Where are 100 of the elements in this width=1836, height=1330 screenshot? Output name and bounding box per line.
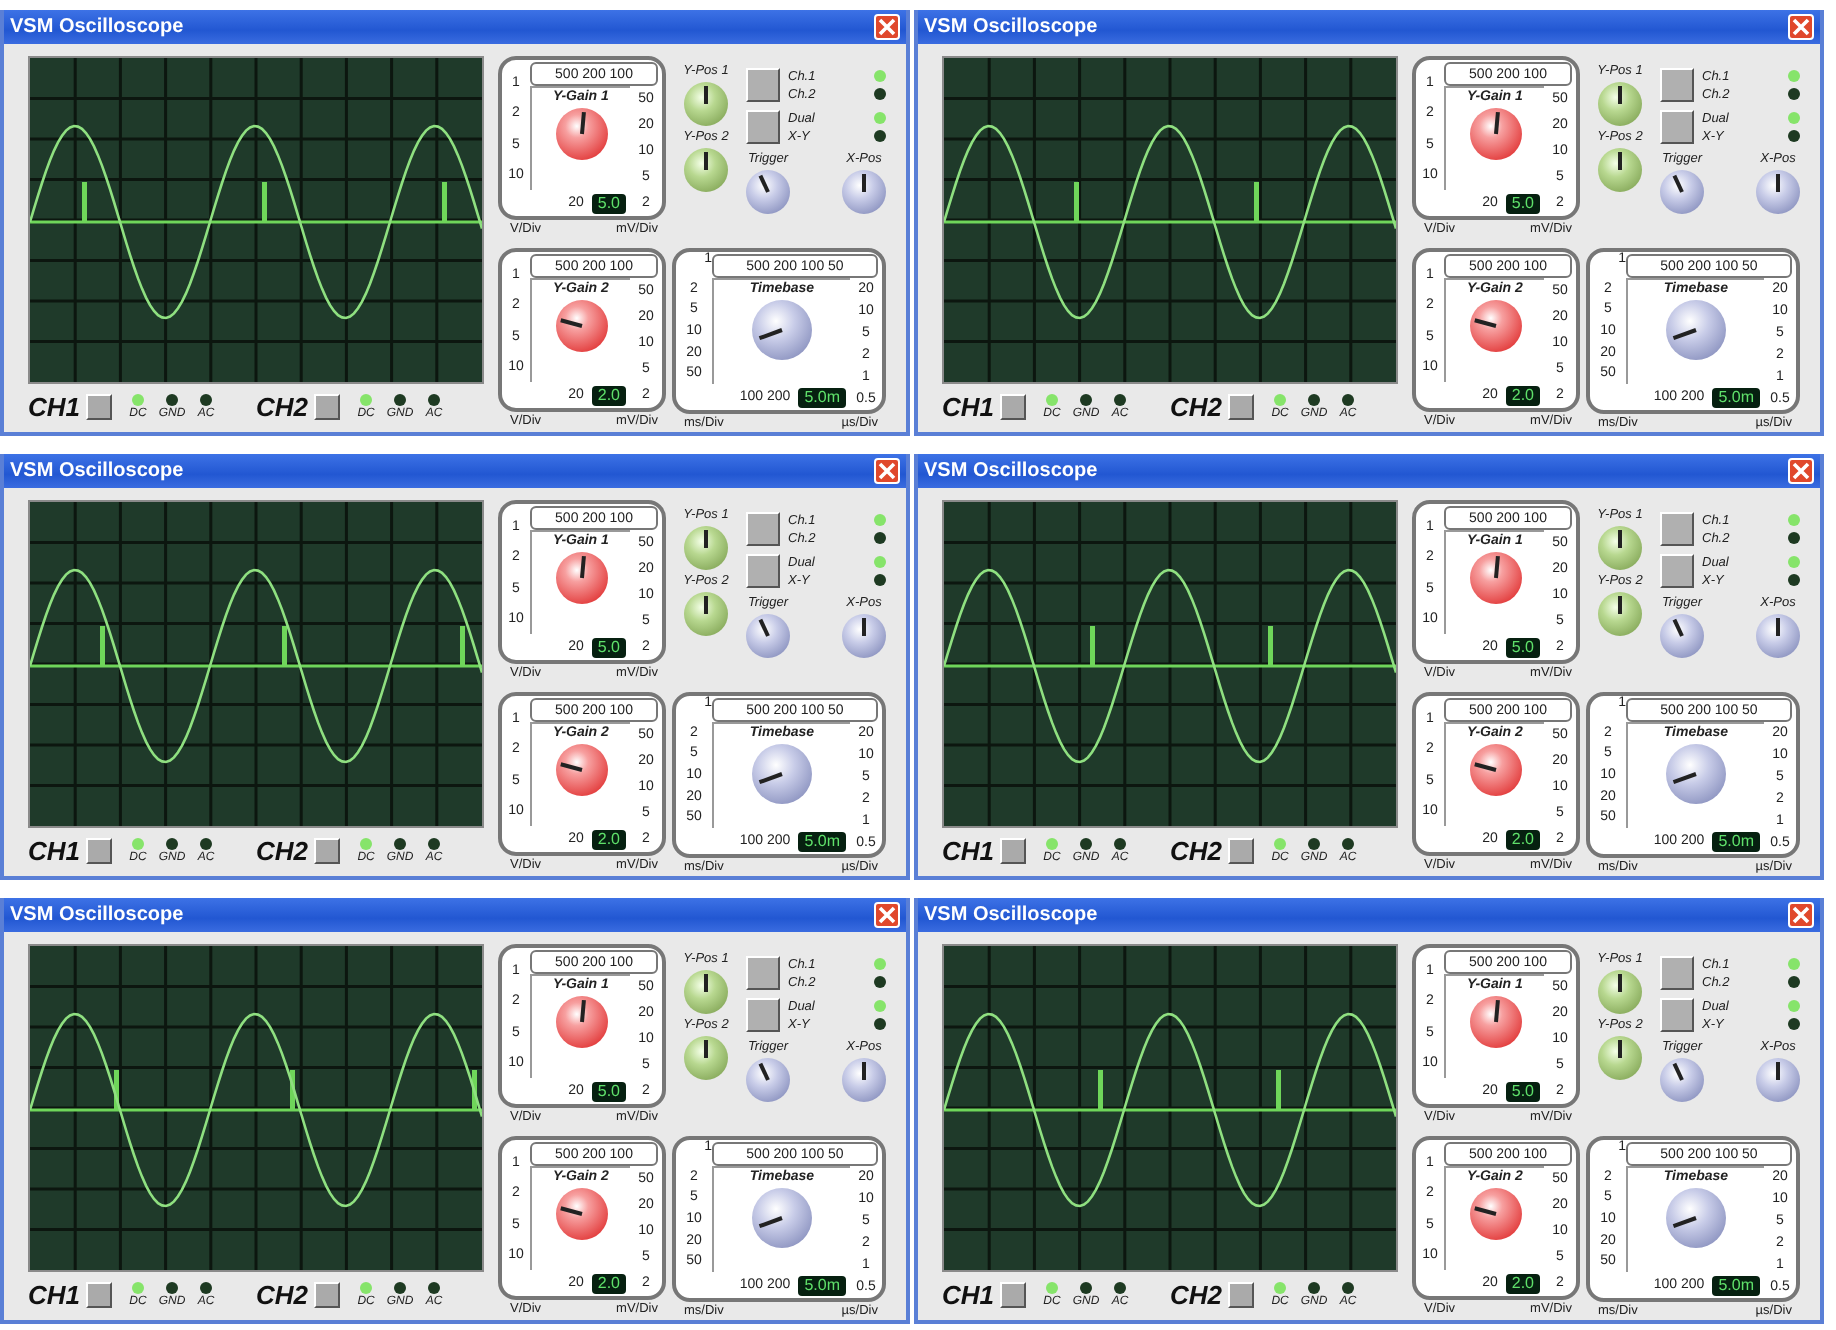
knob[interactable] xyxy=(1666,744,1726,804)
readout: 5.0m xyxy=(1712,1275,1760,1295)
readout: 5.0m xyxy=(798,1275,846,1295)
toggle-button[interactable] xyxy=(746,554,780,588)
knob[interactable] xyxy=(555,744,607,796)
toggle-button[interactable] xyxy=(86,394,113,420)
knob[interactable] xyxy=(1756,170,1800,214)
toggle-button[interactable] xyxy=(314,394,341,420)
knob[interactable] xyxy=(752,1188,812,1248)
knob[interactable] xyxy=(1598,148,1642,192)
close-icon xyxy=(878,18,896,36)
knob[interactable] xyxy=(684,1036,728,1080)
toggle-button[interactable] xyxy=(1228,838,1255,864)
readout: 2.0 xyxy=(591,829,626,849)
toggle-button[interactable] xyxy=(86,1282,113,1308)
knob[interactable] xyxy=(555,996,607,1048)
readout: 5.0 xyxy=(1505,193,1540,213)
toggle-button[interactable] xyxy=(746,512,780,546)
toggle-button[interactable] xyxy=(1660,998,1694,1032)
toggle-button[interactable] xyxy=(1660,110,1694,144)
knob[interactable] xyxy=(684,970,728,1014)
pulse-trace xyxy=(282,626,287,666)
close-button[interactable] xyxy=(1788,14,1814,40)
knob[interactable] xyxy=(684,592,728,636)
readout: 2.0 xyxy=(1505,385,1540,405)
knob[interactable] xyxy=(1469,744,1521,796)
knob[interactable] xyxy=(746,1058,790,1102)
knob[interactable] xyxy=(1469,108,1521,160)
toggle-button[interactable] xyxy=(1660,68,1694,102)
window-title: VSM Oscilloscope xyxy=(10,16,184,38)
readout: 5.0m xyxy=(1712,387,1760,407)
toggle-button[interactable] xyxy=(86,838,113,864)
knob[interactable] xyxy=(1469,1188,1521,1240)
channel-label: CH1 xyxy=(28,836,81,866)
pulse-trace xyxy=(442,182,447,222)
channel-label: CH2 xyxy=(1170,1280,1223,1310)
knob[interactable] xyxy=(684,82,728,126)
knob[interactable] xyxy=(1660,614,1704,658)
readout: 2.0 xyxy=(1505,829,1540,849)
close-button[interactable] xyxy=(874,14,900,40)
toggle-button[interactable] xyxy=(314,1282,341,1308)
knob[interactable] xyxy=(746,614,790,658)
close-button[interactable] xyxy=(1788,902,1814,928)
toggle-button[interactable] xyxy=(1228,1282,1255,1308)
channel-label: CH1 xyxy=(942,836,995,866)
knob[interactable] xyxy=(842,1058,886,1102)
knob[interactable] xyxy=(1469,552,1521,604)
knob[interactable] xyxy=(1598,970,1642,1014)
knob[interactable] xyxy=(1598,526,1642,570)
channel-label: CH2 xyxy=(1170,392,1223,422)
toggle-button[interactable] xyxy=(1660,512,1694,546)
close-icon xyxy=(1792,906,1810,924)
close-button[interactable] xyxy=(874,902,900,928)
toggle-button[interactable] xyxy=(1228,394,1255,420)
knob[interactable] xyxy=(1660,170,1704,214)
knob[interactable] xyxy=(1660,1058,1704,1102)
toggle-button[interactable] xyxy=(314,838,341,864)
knob[interactable] xyxy=(842,614,886,658)
pulse-trace xyxy=(290,1070,295,1110)
window-title: VSM Oscilloscope xyxy=(924,460,1098,482)
knob[interactable] xyxy=(1756,614,1800,658)
readout: 2.0 xyxy=(591,385,626,405)
knob[interactable] xyxy=(746,170,790,214)
knob[interactable] xyxy=(1598,592,1642,636)
knob[interactable] xyxy=(1756,1058,1800,1102)
pulse-trace xyxy=(114,1070,119,1110)
knob[interactable] xyxy=(1666,1188,1726,1248)
knob[interactable] xyxy=(1469,300,1521,352)
knob[interactable] xyxy=(684,148,728,192)
toggle-button[interactable] xyxy=(746,110,780,144)
knob[interactable] xyxy=(752,300,812,360)
pulse-trace xyxy=(1098,1070,1103,1110)
readout: 5.0 xyxy=(591,637,626,657)
knob[interactable] xyxy=(555,1188,607,1240)
knob[interactable] xyxy=(1666,300,1726,360)
readout: 5.0 xyxy=(591,193,626,213)
knob[interactable] xyxy=(752,744,812,804)
toggle-button[interactable] xyxy=(1660,554,1694,588)
toggle-button[interactable] xyxy=(1000,838,1027,864)
knob[interactable] xyxy=(1598,1036,1642,1080)
knob[interactable] xyxy=(555,552,607,604)
toggle-button[interactable] xyxy=(1660,956,1694,990)
close-button[interactable] xyxy=(1788,458,1814,484)
readout: 2.0 xyxy=(1505,1273,1540,1293)
toggle-button[interactable] xyxy=(746,998,780,1032)
knob[interactable] xyxy=(684,526,728,570)
channel-label: CH2 xyxy=(1170,836,1223,866)
close-button[interactable] xyxy=(874,458,900,484)
toggle-button[interactable] xyxy=(746,956,780,990)
toggle-button[interactable] xyxy=(1000,394,1027,420)
toggle-button[interactable] xyxy=(1000,1282,1027,1308)
channel-label: CH1 xyxy=(942,392,995,422)
knob[interactable] xyxy=(1469,996,1521,1048)
knob[interactable] xyxy=(1598,82,1642,126)
knob[interactable] xyxy=(555,108,607,160)
pulse-trace xyxy=(460,626,465,666)
pulse-trace xyxy=(1276,1070,1281,1110)
knob[interactable] xyxy=(842,170,886,214)
toggle-button[interactable] xyxy=(746,68,780,102)
knob[interactable] xyxy=(555,300,607,352)
